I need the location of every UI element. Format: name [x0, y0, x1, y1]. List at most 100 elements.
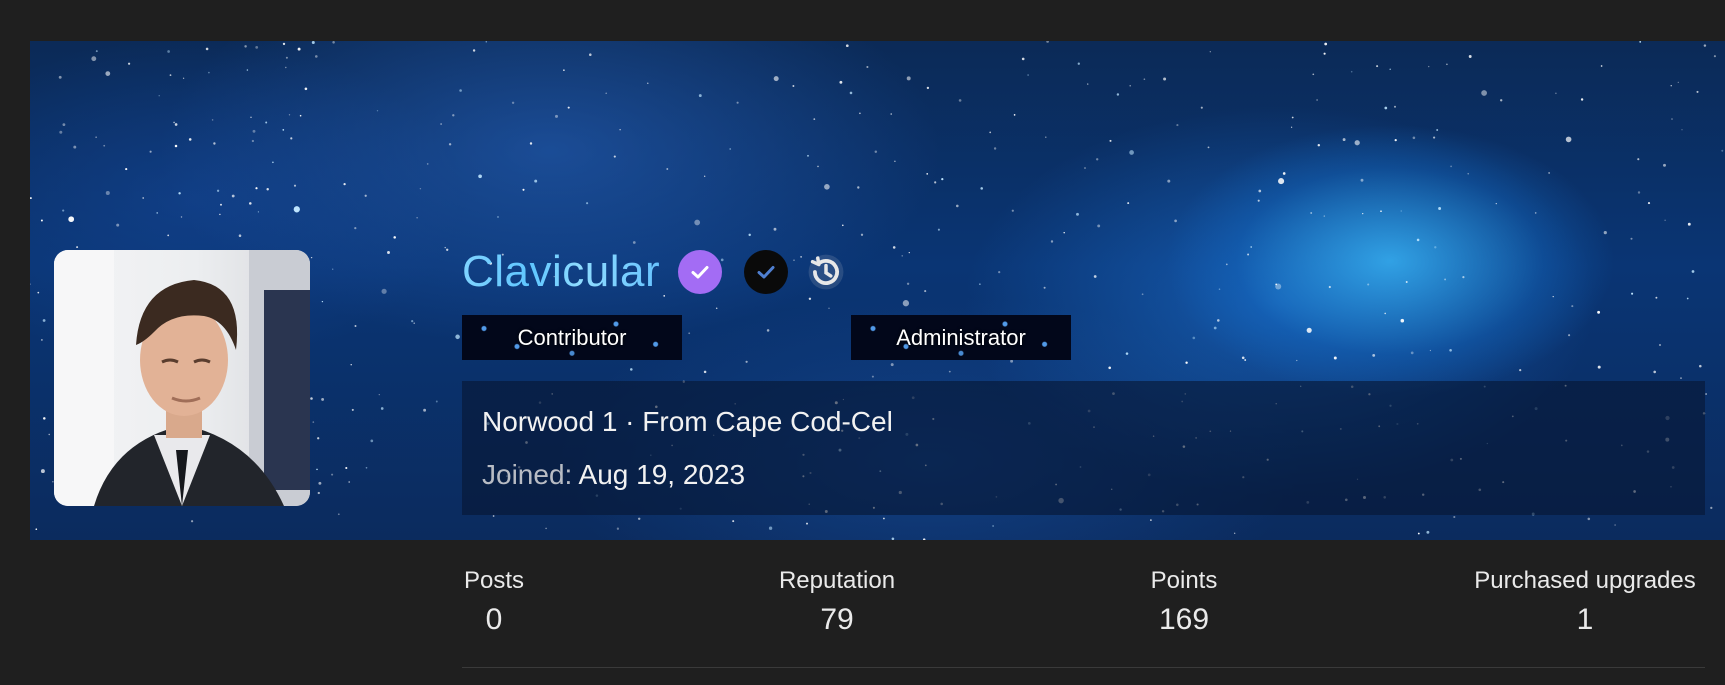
star	[1412, 136, 1416, 140]
star	[1713, 55, 1716, 58]
star	[857, 186, 860, 189]
star	[331, 473, 334, 476]
star	[1681, 129, 1683, 131]
stat-points[interactable]: Points 169	[1145, 567, 1223, 637]
star	[1084, 167, 1086, 169]
star	[807, 154, 809, 157]
star	[446, 248, 449, 251]
username[interactable]: Clavicular	[462, 247, 660, 297]
star	[1462, 276, 1465, 279]
star	[350, 364, 352, 366]
star	[411, 320, 414, 323]
star	[993, 147, 997, 150]
star	[1568, 334, 1571, 337]
star	[1176, 124, 1179, 127]
star	[332, 41, 335, 44]
star	[1174, 219, 1177, 223]
star	[1384, 106, 1388, 110]
star	[216, 189, 220, 192]
star	[249, 202, 252, 205]
star	[318, 481, 322, 485]
star	[1663, 163, 1666, 167]
star	[41, 339, 43, 341]
star	[282, 42, 286, 46]
star	[1050, 240, 1054, 243]
star	[813, 118, 816, 120]
star	[423, 408, 427, 412]
star	[859, 112, 861, 115]
star	[1449, 349, 1452, 352]
star	[1453, 515, 1456, 519]
stat-posts[interactable]: Posts 0	[462, 567, 526, 637]
star	[220, 203, 222, 206]
star	[413, 322, 415, 324]
role-badge-administrator[interactable]: Administrator	[851, 315, 1071, 360]
star	[736, 101, 739, 104]
star	[589, 53, 592, 56]
star	[1367, 283, 1370, 286]
star	[174, 123, 178, 126]
star	[317, 491, 320, 495]
star	[1306, 327, 1312, 333]
star	[297, 47, 301, 51]
star	[317, 437, 320, 440]
star	[1278, 178, 1285, 185]
star	[894, 160, 896, 163]
star	[1046, 41, 1049, 43]
star	[619, 129, 621, 131]
star	[849, 91, 853, 95]
star	[1125, 352, 1129, 355]
star	[272, 161, 274, 164]
star	[68, 216, 75, 223]
star	[1011, 209, 1014, 212]
star	[266, 187, 269, 191]
star	[1444, 278, 1447, 281]
star	[666, 168, 669, 170]
star	[989, 131, 992, 134]
star	[1250, 246, 1253, 248]
star	[1436, 129, 1439, 131]
star	[901, 255, 903, 257]
star	[419, 187, 422, 190]
star	[1467, 173, 1469, 175]
star	[511, 101, 515, 105]
star	[316, 468, 318, 471]
stat-label: Purchased upgrades	[1474, 567, 1696, 594]
stat-value: 79	[820, 603, 854, 636]
star	[613, 155, 616, 158]
star	[1097, 224, 1101, 228]
star	[871, 375, 874, 378]
avatar[interactable]	[54, 250, 310, 506]
star	[142, 197, 145, 199]
star	[1310, 212, 1313, 214]
star	[95, 50, 98, 53]
history-icon[interactable]	[806, 252, 846, 292]
star	[698, 94, 702, 98]
star	[874, 150, 878, 154]
star	[1705, 393, 1708, 395]
star	[208, 71, 210, 74]
star	[792, 85, 795, 87]
star	[321, 300, 324, 303]
star	[704, 175, 706, 177]
star	[105, 71, 111, 76]
star	[637, 517, 641, 521]
star	[703, 370, 707, 374]
star	[1333, 356, 1337, 360]
star	[1446, 63, 1448, 66]
star	[1686, 297, 1689, 300]
star	[860, 233, 864, 236]
star	[455, 334, 460, 340]
star	[1400, 318, 1405, 323]
star	[1587, 517, 1591, 521]
role-badge-contributor[interactable]: Contributor	[462, 315, 682, 360]
star	[1218, 288, 1221, 290]
star	[1548, 172, 1550, 174]
stat-purchased-upgrades[interactable]: Purchased upgrades 1	[1466, 567, 1704, 637]
star	[1565, 136, 1572, 143]
star	[310, 256, 313, 259]
star	[1350, 70, 1353, 73]
stat-reputation[interactable]: Reputation 79	[770, 567, 904, 637]
star	[529, 142, 533, 145]
star	[293, 184, 297, 187]
